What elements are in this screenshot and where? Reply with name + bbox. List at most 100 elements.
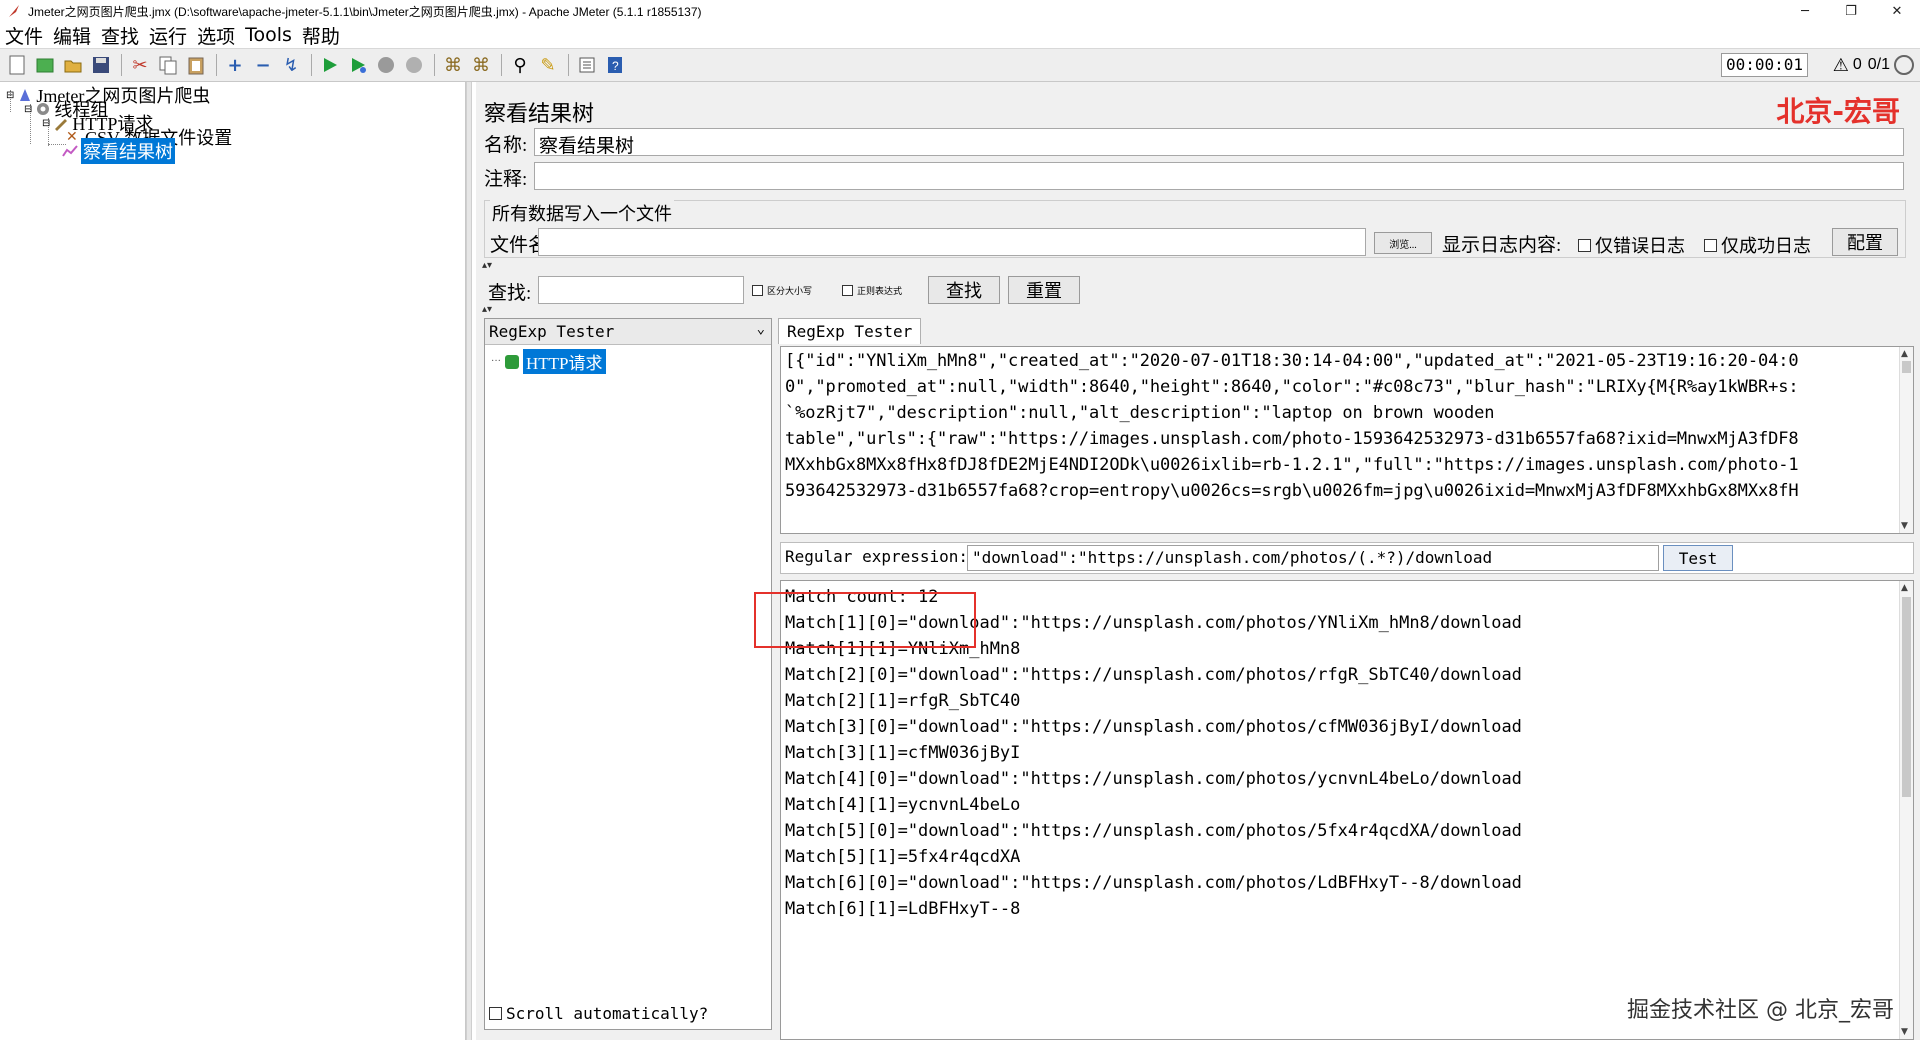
menu-file[interactable]: 文件 — [0, 22, 48, 49]
match-line: Match[5][1]=5fx4r4qcdXA — [785, 847, 1021, 867]
name-label: 名称: — [484, 135, 528, 156]
view-results-tree-panel: 察看结果树 北京-宏哥 名称: 察看结果树 注释: 所有数据写入一个文件 文件名… — [476, 82, 1920, 1040]
response-scrollbar[interactable]: ▲ ▼ — [1899, 347, 1913, 533]
reset-search-icon[interactable]: ✎ — [535, 52, 561, 78]
match-line: Match[2][0]="download":"https://unsplash… — [785, 665, 1522, 685]
warning-count: 0 — [1852, 56, 1862, 73]
toolbar-separator — [121, 54, 122, 76]
response-line: 0","promoted_at":null,"width":8640,"heig… — [785, 377, 1799, 397]
split-arrows-icon[interactable]: ▴▾ — [482, 304, 492, 315]
match-line: Match[6][0]="download":"https://unsplash… — [785, 873, 1522, 893]
scroll-down-icon[interactable]: ▼ — [1901, 1027, 1908, 1037]
response-line: 593642532973-d31b6557fa68?crop=entropy\u… — [785, 481, 1799, 501]
panel-splitter[interactable] — [466, 82, 472, 1040]
menu-run[interactable]: 运行 — [144, 22, 192, 49]
regex-checkbox[interactable]: 正则表达式 — [842, 284, 902, 297]
log-content-label: 显示日志内容: — [1442, 235, 1562, 256]
only-errors-checkbox[interactable]: 仅错误日志 — [1578, 232, 1685, 258]
scrollbar-thumb[interactable] — [1902, 597, 1911, 797]
shutdown-icon[interactable] — [401, 52, 427, 78]
scroll-down-icon[interactable]: ▼ — [1901, 521, 1908, 531]
tree-node-result-tree[interactable]: 察看结果树 — [62, 138, 175, 164]
match-line: Match[2][1]=rfgR_SbTC40 — [785, 691, 1021, 711]
match-line: Match[4][1]=ycnvnL4beLo — [785, 795, 1021, 815]
toolbar-separator — [568, 54, 569, 76]
split-arrows-icon[interactable]: ▴▾ — [482, 260, 492, 271]
match-line: Match[5][0]="download":"https://unsplash… — [785, 821, 1522, 841]
success-shield-icon — [505, 354, 519, 369]
start-no-pauses-icon[interactable] — [345, 52, 371, 78]
menu-help[interactable]: 帮助 — [297, 22, 345, 49]
templates-icon[interactable] — [32, 52, 58, 78]
reset-button[interactable]: 重置 — [1008, 276, 1080, 304]
test-button[interactable]: Test — [1663, 545, 1733, 571]
comment-field[interactable] — [534, 162, 1904, 190]
tab-regexp-tester[interactable]: RegExp Tester — [778, 318, 922, 344]
results-list: RegExp Tester ⌄ ··· HTTP请求 Scroll automa… — [484, 318, 772, 1030]
scroll-automatically-checkbox[interactable]: Scroll automatically? — [489, 1004, 708, 1023]
match-count-highlight — [754, 592, 976, 648]
renderer-select[interactable]: RegExp Tester ⌄ — [485, 319, 771, 345]
warning-icon[interactable]: ⚠ — [1833, 55, 1849, 76]
result-detail-area: RegExp Tester [{"id":"YNliXm_hMn8","crea… — [776, 318, 1920, 1040]
start-icon[interactable] — [317, 52, 343, 78]
match-line: Match[3][1]=cfMW036jByI — [785, 743, 1021, 763]
copy-icon[interactable] — [155, 52, 181, 78]
result-item-label: HTTP请求 — [523, 349, 606, 374]
window-title: Jmeter之网页图片爬虫.jmx (D:\software\apache-jm… — [28, 4, 702, 19]
close-button[interactable]: ✕ — [1874, 0, 1920, 22]
stop-icon[interactable] — [373, 52, 399, 78]
function-helper-icon[interactable] — [574, 52, 600, 78]
collapse-icon[interactable]: − — [250, 52, 276, 78]
maximize-button[interactable]: ❐ — [1828, 0, 1874, 22]
filename-field[interactable] — [538, 228, 1366, 256]
minimize-button[interactable]: ─ — [1782, 0, 1828, 22]
scroll-up-icon[interactable]: ▲ — [1901, 583, 1908, 593]
toolbar-separator — [216, 54, 217, 76]
scroll-up-icon[interactable]: ▲ — [1901, 349, 1908, 359]
paste-icon[interactable] — [183, 52, 209, 78]
browse-button[interactable]: 浏览... — [1374, 232, 1432, 254]
community-watermark: 掘金技术社区 @ 北京_宏哥 — [1627, 998, 1894, 1023]
test-plan-tree: ⊟ Jmeter之网页图片爬虫 ⊟ 线程组 ⊟ HTTP请求 ✕ CSV 数据文… — [0, 82, 466, 1040]
only-success-checkbox[interactable]: 仅成功日志 — [1704, 232, 1811, 258]
scrollbar-thumb[interactable] — [1902, 361, 1911, 373]
new-icon[interactable] — [4, 52, 30, 78]
expand-icon[interactable]: + — [222, 52, 248, 78]
response-data-view[interactable]: [{"id":"YNliXm_hMn8","created_at":"2020-… — [780, 346, 1914, 534]
toggle-icon[interactable]: ↯ — [278, 52, 304, 78]
page-title: 察看结果树 — [484, 101, 595, 126]
case-sensitive-label: 区分大小写 — [767, 286, 813, 296]
menu-options[interactable]: 选项 — [192, 22, 240, 49]
match-scrollbar[interactable]: ▲ ▼ — [1899, 581, 1913, 1039]
toolbar-separator — [501, 54, 502, 76]
chart-icon — [62, 143, 78, 159]
menu-edit[interactable]: 编辑 — [48, 22, 96, 49]
menu-tools[interactable]: Tools — [240, 24, 297, 46]
chevron-down-icon: ⌄ — [756, 321, 765, 337]
response-line: [{"id":"YNliXm_hMn8","created_at":"2020-… — [785, 351, 1799, 371]
binoculars-icon[interactable]: ⚲ — [507, 52, 533, 78]
match-line: Match[6][1]=LdBFHxyT--8 — [785, 899, 1021, 919]
cut-icon[interactable]: ✂ — [127, 52, 153, 78]
search-input[interactable] — [538, 276, 744, 304]
save-icon[interactable] — [88, 52, 114, 78]
menu-search[interactable]: 查找 — [96, 22, 144, 49]
regex-label: Regular expression: — [785, 547, 969, 566]
jmeter-feather-icon — [6, 3, 22, 19]
remote-status-icon — [1894, 55, 1914, 75]
result-item[interactable]: ··· HTTP请求 — [491, 349, 606, 374]
name-field[interactable]: 察看结果树 — [534, 128, 1904, 156]
regex-input[interactable]: "download":"https://unsplash.com/photos/… — [967, 545, 1659, 571]
configure-button[interactable]: 配置 — [1832, 228, 1898, 256]
tree-node-label: 察看结果树 — [81, 138, 175, 164]
only-errors-label: 仅错误日志 — [1595, 236, 1685, 256]
only-success-label: 仅成功日志 — [1721, 236, 1811, 256]
clear-all-icon[interactable]: ⌘ — [468, 52, 494, 78]
case-sensitive-checkbox[interactable]: 区分大小写 — [752, 284, 812, 297]
help-icon[interactable]: ? — [602, 52, 628, 78]
clear-icon[interactable]: ⌘ — [440, 52, 466, 78]
open-icon[interactable] — [60, 52, 86, 78]
find-button[interactable]: 查找 — [928, 276, 1000, 304]
match-results-view[interactable]: Match count: 12 Match[1][0]="download":"… — [780, 580, 1914, 1040]
